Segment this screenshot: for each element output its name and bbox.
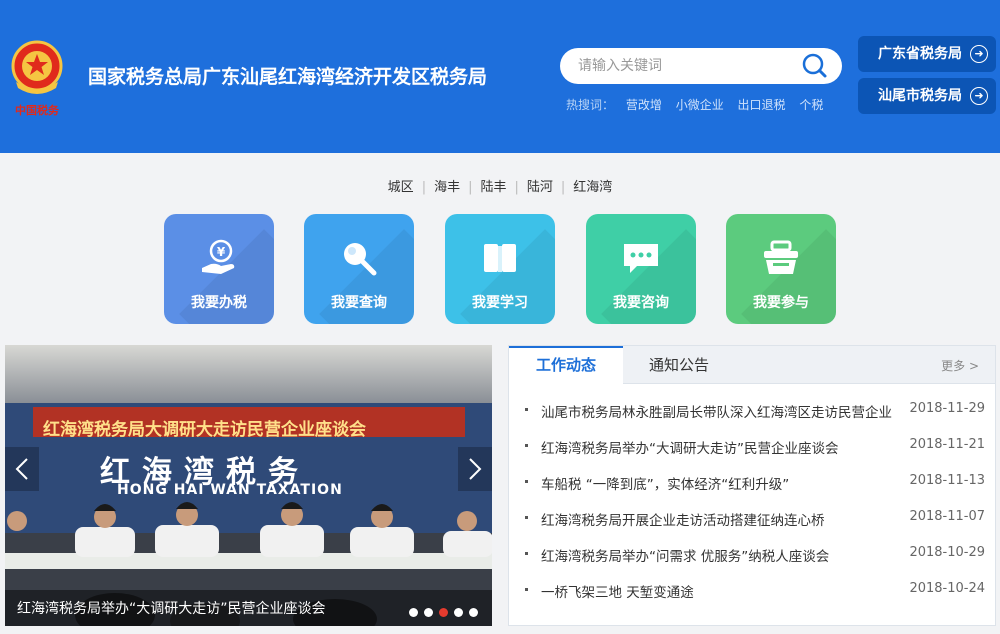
- chevron-left-icon: [15, 458, 28, 480]
- tile-learn[interactable]: 我要学习: [445, 214, 555, 324]
- national-emblem-icon[interactable]: 中国税务: [6, 38, 68, 120]
- tile-handle-tax[interactable]: ¥ 我要办税: [164, 214, 274, 324]
- tab-notices[interactable]: 通知公告: [623, 346, 735, 384]
- hot-word-link[interactable]: 出口退税: [738, 98, 786, 112]
- region-link-lufeng[interactable]: 陆丰: [472, 180, 514, 195]
- search-box: [560, 48, 842, 84]
- bullet-icon: [525, 516, 528, 519]
- news-slider[interactable]: 红海湾税务局大调研大走访民营企业座谈会 红海湾税务 HONG HAI WAN T…: [5, 345, 492, 626]
- tile-label: 我要办税: [191, 295, 247, 311]
- news-title: 红海湾税务局举办“问需求 优服务”纳税人座谈会: [541, 549, 830, 565]
- news-panel: 工作动态 通知公告 更多 > 汕尾市税务局林永胜副局长带队深入红海湾区走访民营企…: [508, 345, 996, 626]
- news-title: 红海湾税务局开展企业走访活动搭建征纳连心桥: [541, 513, 825, 529]
- hot-word-link[interactable]: 个税: [799, 98, 823, 112]
- news-date: 2018-10-24: [909, 581, 985, 596]
- guangdong-bureau-button[interactable]: 广东省税务局 ➜: [858, 36, 996, 72]
- slider-prev-button[interactable]: [5, 447, 39, 491]
- slide-caption[interactable]: 红海湾税务局举办“大调研大走访”民营企业座谈会: [17, 598, 326, 618]
- chevron-right-icon: [469, 458, 482, 480]
- news-item[interactable]: 车船税 “一降到底”，实体经济“红利升级” 2018-11-13: [523, 473, 985, 512]
- slider-dots: [409, 602, 484, 617]
- magnifier-icon: [344, 243, 377, 276]
- slider-dot[interactable]: [409, 608, 418, 617]
- book-icon: [484, 244, 516, 272]
- news-title: 车船税 “一降到底”，实体经济“红利升级”: [541, 477, 790, 493]
- slide-wall-subtitle: HONG HAI WAN TAXATION: [117, 482, 343, 498]
- tile-query[interactable]: 我要查询: [304, 214, 414, 324]
- tile-label: 我要查询: [331, 295, 387, 311]
- slider-dot[interactable]: [469, 608, 478, 617]
- bullet-icon: [525, 480, 528, 483]
- tab-work-news[interactable]: 工作动态: [509, 346, 623, 385]
- circle-arrow-right-icon: ➜: [970, 45, 988, 63]
- bullet-icon: [525, 444, 528, 447]
- slider-dot[interactable]: [424, 608, 433, 617]
- news-date: 2018-11-13: [909, 473, 985, 488]
- chat-bubble-icon: [624, 244, 658, 273]
- news-date: 2018-11-07: [909, 509, 985, 524]
- news-item[interactable]: 红海湾税务局举办“大调研大走访”民营企业座谈会 2018-11-21: [523, 437, 985, 476]
- news-item[interactable]: 红海湾税务局举办“问需求 优服务”纳税人座谈会 2018-10-29: [523, 545, 985, 584]
- news-title: 红海湾税务局举办“大调研大走访”民营企业座谈会: [541, 441, 839, 457]
- bullet-icon: [525, 552, 528, 555]
- search-button[interactable]: [798, 52, 832, 80]
- more-link[interactable]: 更多 >: [941, 357, 979, 374]
- region-link-luhe[interactable]: 陆河: [519, 180, 561, 195]
- hot-search-row: 热搜词： 营改增 小微企业 出口退税 个税: [566, 96, 833, 113]
- search-icon: [802, 53, 827, 78]
- slide-banner-text: 红海湾税务局大调研大走访民营企业座谈会: [43, 420, 366, 440]
- circle-arrow-right-icon: ➜: [970, 87, 988, 105]
- news-item[interactable]: 汕尾市税务局林永胜副局长带队深入红海湾区走访民营企业 2018-11-29: [523, 401, 985, 440]
- news-list: 汕尾市税务局林永胜副局长带队深入红海湾区走访民营企业 2018-11-29 红海湾…: [523, 401, 985, 620]
- tile-label: 我要参与: [753, 295, 809, 311]
- region-link-chengqu[interactable]: 城区: [380, 180, 422, 195]
- region-link-haifeng[interactable]: 海丰: [426, 180, 468, 195]
- tile-label: 我要学习: [472, 295, 528, 311]
- region-link-honghaiwan[interactable]: 红海湾: [565, 180, 620, 195]
- basket-icon: [764, 240, 798, 274]
- search-input[interactable]: [578, 48, 788, 84]
- news-item[interactable]: 红海湾税务局开展企业走访活动搭建征纳连心桥 2018-11-07: [523, 509, 985, 548]
- shanwei-bureau-button[interactable]: 汕尾市税务局 ➜: [858, 78, 996, 114]
- bullet-icon: [525, 408, 528, 411]
- tile-consult[interactable]: 我要咨询: [586, 214, 696, 324]
- hot-word-link[interactable]: 营改增: [626, 98, 662, 112]
- bureau-label: 汕尾市税务局: [878, 88, 962, 104]
- tile-label: 我要咨询: [613, 295, 669, 311]
- site-header: 中国税务 国家税务总局广东汕尾红海湾经济开发区税务局 热搜词： 营改增 小微企业…: [0, 0, 1000, 153]
- news-date: 2018-11-21: [909, 437, 985, 452]
- site-title: 国家税务总局广东汕尾红海湾经济开发区税务局: [88, 66, 488, 88]
- yuan-hand-icon: ¥: [202, 239, 235, 274]
- region-nav: 城区 | 海丰 | 陆丰 | 陆河 | 红海湾: [0, 176, 1000, 195]
- news-title: 一桥飞架三地 天堑变通途: [541, 585, 694, 601]
- slider-dot[interactable]: [439, 608, 448, 617]
- slider-next-button[interactable]: [458, 447, 492, 491]
- news-date: 2018-10-29: [909, 545, 985, 560]
- hot-word-link[interactable]: 小微企业: [676, 98, 724, 112]
- slider-dot[interactable]: [454, 608, 463, 617]
- news-item[interactable]: 一桥飞架三地 天堑变通途 2018-10-24: [523, 581, 985, 620]
- news-date: 2018-11-29: [909, 401, 985, 416]
- tile-participate[interactable]: 我要参与: [726, 214, 836, 324]
- svg-text:¥: ¥: [217, 245, 226, 259]
- news-title: 汕尾市税务局林永胜副局长带队深入红海湾区走访民营企业: [541, 405, 892, 421]
- bureau-label: 广东省税务局: [878, 46, 962, 62]
- hot-search-label: 热搜词：: [566, 98, 615, 112]
- emblem-caption: 中国税务: [15, 103, 60, 117]
- news-tabbar: 工作动态 通知公告 更多 >: [509, 346, 995, 385]
- bullet-icon: [525, 588, 528, 591]
